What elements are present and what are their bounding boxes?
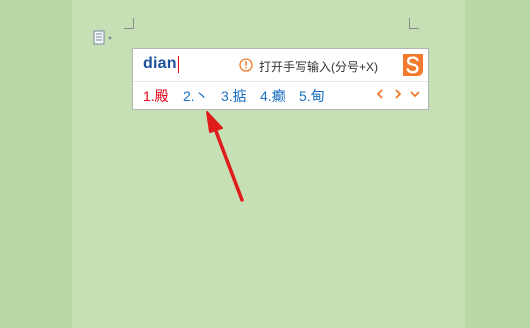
ime-candidate-window: dian 打开手写输入(分号+X) 1.殿 2.丶 3.掂 4.癫 5.甸 <box>132 48 429 110</box>
candidate-5[interactable]: 5.甸 <box>299 86 325 106</box>
window-margin-right <box>465 0 530 328</box>
window-margin-left <box>0 0 72 328</box>
document-paste-icon[interactable] <box>92 30 114 46</box>
text-caret <box>178 56 179 73</box>
chevron-left-icon[interactable] <box>374 87 386 101</box>
candidate-3[interactable]: 3.掂 <box>221 86 247 106</box>
sogou-logo-icon[interactable] <box>401 52 425 78</box>
chevron-right-icon[interactable] <box>392 87 404 101</box>
info-circle-icon[interactable] <box>239 58 253 72</box>
candidate-4[interactable]: 4.癫 <box>260 86 286 106</box>
candidate-1[interactable]: 1.殿 <box>143 86 169 106</box>
chevron-down-icon[interactable] <box>409 87 421 101</box>
candidate-2[interactable]: 2.丶 <box>183 86 209 106</box>
handwrite-input-link[interactable]: 打开手写输入(分号+X) <box>259 58 378 75</box>
page-corner-mark-top-right <box>409 18 419 29</box>
pinyin-input: dian <box>143 55 177 72</box>
ime-candidate-row: 1.殿 2.丶 3.掂 4.癫 5.甸 <box>133 82 428 109</box>
ime-composition-row: dian 打开手写输入(分号+X) <box>133 49 428 82</box>
page-corner-mark-top-left <box>124 18 134 29</box>
